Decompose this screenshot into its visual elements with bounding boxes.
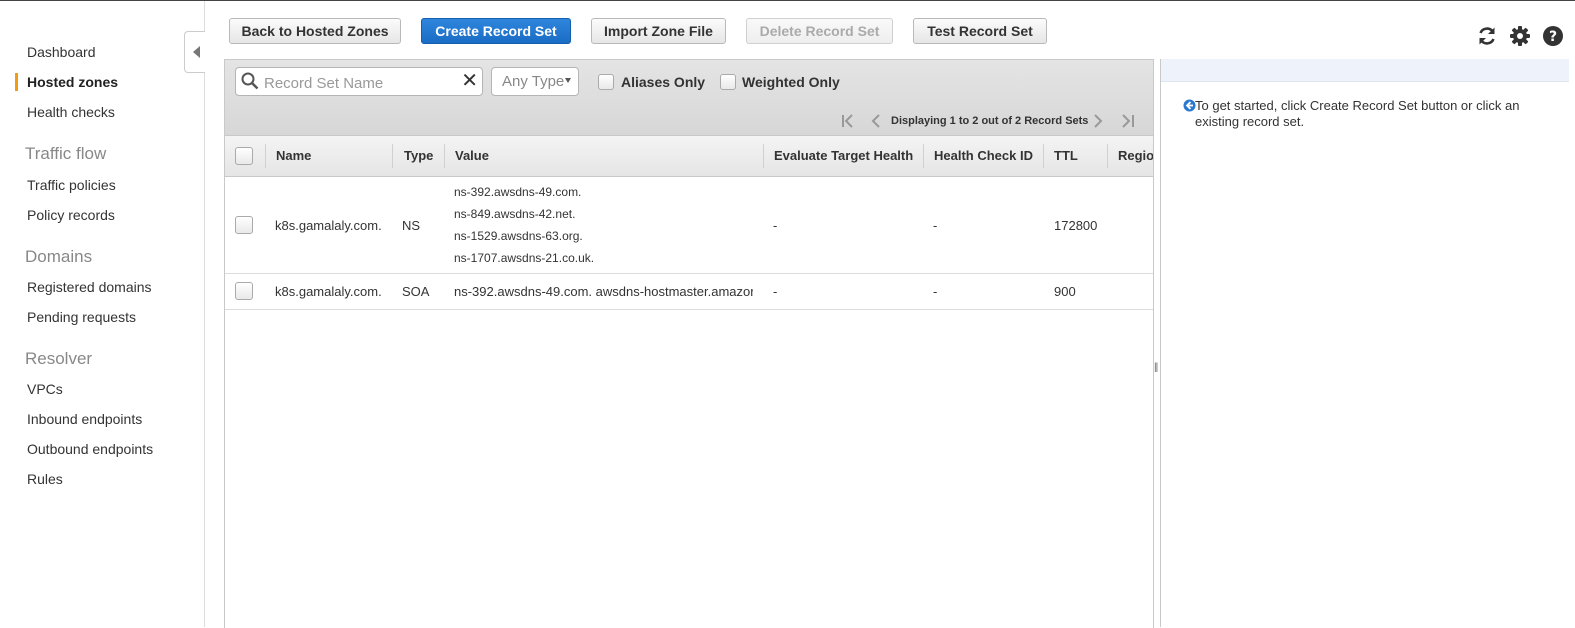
column-divider (444, 144, 445, 168)
record-value-line: ns-1707.awsdns-21.co.uk. (454, 251, 595, 265)
record-value-line: ns-849.awsdns-42.net. (454, 207, 576, 221)
active-indicator (15, 73, 18, 91)
record-name: k8s.gamalaly.com. (275, 284, 382, 299)
clear-search-icon[interactable]: ✕ (461, 70, 478, 92)
record-type: SOA (402, 284, 430, 299)
delete-record-set-button[interactable]: Delete Record Set (746, 18, 893, 44)
column-divider (265, 144, 266, 168)
search-icon (241, 72, 259, 95)
sidebar-item-dashboard[interactable]: Dashboard (27, 44, 96, 60)
import-zone-file-button[interactable]: Import Zone File (591, 18, 726, 44)
record-details-panel: To get started, click Create Record Set … (1160, 59, 1569, 627)
help-icon[interactable]: ? (1541, 24, 1565, 48)
sidebar-item-registered-domains[interactable]: Registered domains (27, 279, 152, 295)
record-value: ns-392.awsdns-49.com. awsdns-hostmaster.… (454, 284, 753, 299)
record-name: k8s.gamalaly.com. (275, 218, 382, 233)
column-header-ttl[interactable]: TTL (1054, 148, 1078, 163)
record-set-name-search-input[interactable] (262, 72, 456, 94)
record-sets-panel: ✕ Any Type Aliases Only Weighted Only Di… (224, 59, 1154, 628)
sidebar-item-vpcs[interactable]: VPCs (27, 381, 63, 397)
aliases-only-checkbox[interactable] (598, 74, 614, 90)
record-ttl: 172800 (1054, 218, 1098, 233)
sidebar: Dashboard Hosted zones Health checks Tra… (0, 1, 205, 627)
table-row[interactable]: k8s.gamalaly.com. NS ns-392.awsdns-49.co… (225, 177, 1153, 274)
section-traffic-flow: Traffic flow (25, 144, 107, 163)
back-to-hosted-zones-button[interactable]: Back to Hosted Zones (229, 18, 401, 44)
column-header-value[interactable]: Value (455, 148, 489, 163)
record-type: NS (402, 218, 421, 233)
sidebar-item-outbound-endpoints[interactable]: Outbound endpoints (27, 441, 153, 457)
section-resolver: Resolver (25, 349, 93, 368)
sidebar-item-policy-records[interactable]: Policy records (27, 207, 115, 223)
next-page-icon[interactable] (1093, 114, 1103, 131)
column-divider (1043, 144, 1044, 168)
chevron-left-icon (192, 46, 200, 58)
record-type-select[interactable]: Any Type (491, 67, 579, 96)
sidebar-item-rules[interactable]: Rules (27, 471, 63, 487)
getting-started-hint: To get started, click Create Record Set … (1195, 98, 1520, 129)
gear-icon[interactable] (1508, 24, 1532, 48)
row-checkbox[interactable] (235, 216, 253, 234)
svg-text:?: ? (1549, 29, 1557, 45)
sidebar-item-traffic-policies[interactable]: Traffic policies (27, 177, 116, 193)
sidebar-item-pending-requests[interactable]: Pending requests (27, 309, 136, 325)
table-header: Name Type Value Evaluate Target Health H… (225, 136, 1153, 177)
record-evaluate-target-health: - (773, 218, 778, 233)
column-header-health-check-id[interactable]: Health Check ID (934, 148, 1033, 163)
sidebar-collapse-button[interactable] (184, 31, 205, 73)
column-divider (763, 144, 764, 168)
record-value: ns-392.awsdns-49.com. ns-849.awsdns-42.n… (454, 181, 594, 269)
column-header-region[interactable]: Regio (1118, 148, 1153, 163)
column-divider (923, 144, 924, 168)
table-row[interactable]: k8s.gamalaly.com. SOA ns-392.awsdns-49.c… (225, 274, 1153, 310)
weighted-only-checkbox[interactable] (720, 74, 736, 90)
sidebar-item-inbound-endpoints[interactable]: Inbound endpoints (27, 411, 142, 427)
top-border (0, 0, 1575, 1)
search-box: ✕ (235, 67, 483, 96)
row-checkbox[interactable] (235, 282, 253, 300)
record-ttl: 900 (1054, 284, 1076, 299)
last-page-icon[interactable] (1119, 114, 1135, 131)
test-record-set-button[interactable]: Test Record Set (913, 18, 1047, 44)
record-health-check-id: - (933, 284, 938, 299)
create-record-set-button[interactable]: Create Record Set (421, 18, 571, 44)
record-type-selected: Any Type (502, 73, 565, 90)
sidebar-item-health-checks[interactable]: Health checks (27, 104, 115, 120)
column-header-evaluate-target-health[interactable]: Evaluate Target Health (774, 148, 913, 163)
record-evaluate-target-health: - (773, 284, 778, 299)
panel-resize-handle[interactable]: || (1154, 362, 1158, 373)
weighted-only-label: Weighted Only (742, 74, 840, 90)
column-header-type[interactable]: Type (404, 148, 433, 163)
filter-bar: ✕ Any Type Aliases Only Weighted Only Di… (225, 60, 1153, 136)
record-value-line: ns-1529.awsdns-63.org. (454, 229, 583, 243)
record-health-check-id: - (933, 218, 938, 233)
sidebar-item-hosted-zones[interactable]: Hosted zones (27, 74, 118, 90)
details-panel-header (1161, 59, 1569, 82)
first-page-icon[interactable] (841, 114, 857, 131)
column-header-name[interactable]: Name (276, 148, 311, 163)
aliases-only-label: Aliases Only (621, 74, 706, 90)
column-divider (392, 144, 393, 168)
select-all-checkbox[interactable] (235, 147, 253, 165)
previous-page-icon[interactable] (871, 114, 881, 131)
column-divider (1107, 144, 1108, 168)
refresh-icon[interactable] (1475, 24, 1499, 48)
record-value-line: ns-392.awsdns-49.com. (454, 185, 582, 199)
dropdown-caret-icon (565, 78, 571, 83)
section-domains: Domains (25, 247, 93, 266)
pagination-status: Displaying 1 to 2 out of 2 Record Sets (891, 115, 1089, 127)
